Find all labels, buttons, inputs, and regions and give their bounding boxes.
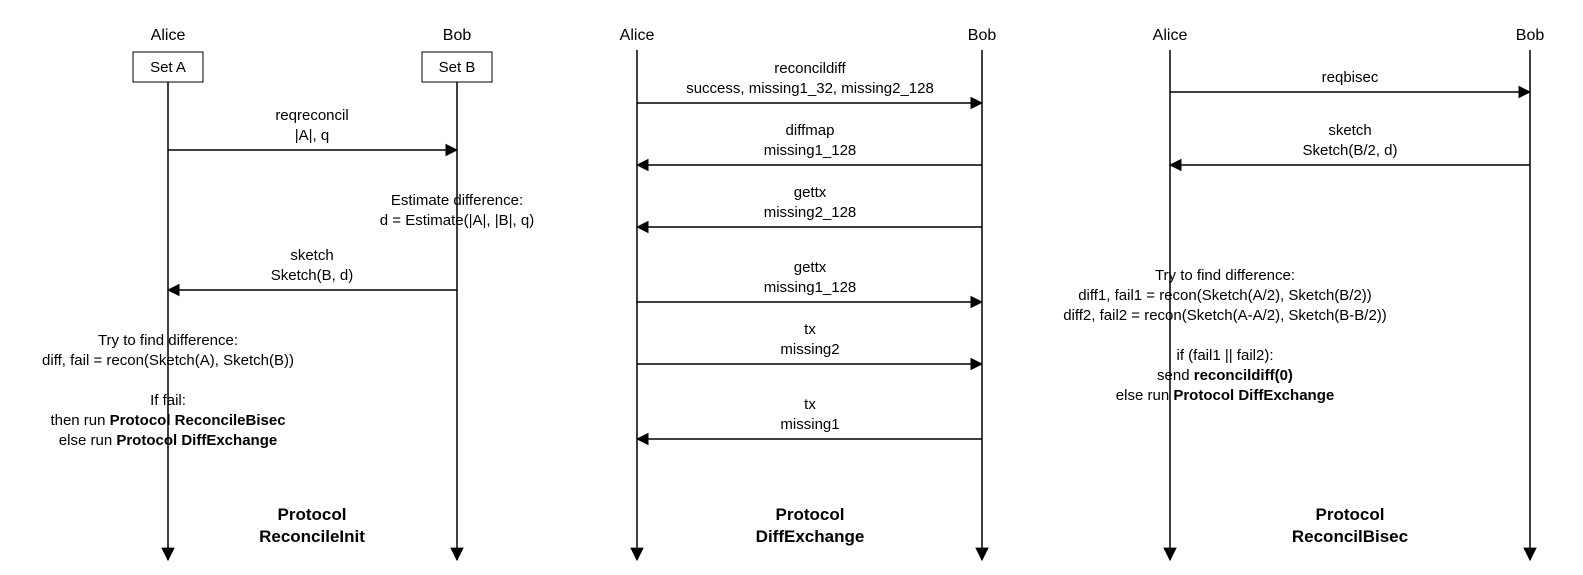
msg-reqreconcil-name: reqreconcil	[275, 107, 348, 124]
msg-sketch-name: sketch	[290, 247, 333, 264]
actor-bob-2: Bob	[968, 27, 997, 44]
set-a-label: Set A	[150, 59, 186, 76]
m4-name: gettx	[794, 259, 827, 276]
proto3-title-l2: ReconcilBisec	[1292, 527, 1408, 546]
m5-params: missing2	[780, 341, 839, 358]
msg-sketch-params: Sketch(B, d)	[271, 267, 354, 284]
p3-m2-params: Sketch(B/2, d)	[1302, 142, 1397, 159]
p3-m2-name: sketch	[1328, 122, 1371, 139]
proto3-title-l1: Protocol	[1316, 505, 1385, 524]
p3-note-l4: if (fail1 || fail2):	[1177, 347, 1274, 364]
m3-name: gettx	[794, 184, 827, 201]
proto2-title-l1: Protocol	[776, 505, 845, 524]
p3-m1-name: reqbisec	[1322, 69, 1379, 86]
m2-name: diffmap	[786, 122, 835, 139]
m6-name: tx	[804, 396, 816, 413]
m4-params: missing1_128	[764, 279, 857, 296]
msg-reqreconcil-params: |A|, q	[295, 127, 329, 144]
actor-alice: Alice	[151, 27, 186, 44]
set-b-label: Set B	[439, 59, 476, 76]
proto2-title-l2: DiffExchange	[756, 527, 865, 546]
m6-params: missing1	[780, 416, 839, 433]
actor-bob-3: Bob	[1516, 27, 1545, 44]
m3-params: missing2_128	[764, 204, 857, 221]
p3-note-l5: send reconcildiff(0)	[1157, 367, 1293, 384]
diagram-diff-exchange: Alice Bob reconcildiff success, missing1…	[620, 27, 997, 560]
note-estimate-l1: Estimate difference:	[391, 192, 523, 209]
m1-name: reconcildiff	[774, 60, 846, 77]
note-try-l4: then run Protocol ReconcileBisec	[50, 412, 285, 429]
p3-note-l3: diff2, fail2 = recon(Sketch(A-A/2), Sket…	[1063, 307, 1387, 324]
actor-bob: Bob	[443, 27, 472, 44]
actor-alice-3: Alice	[1153, 27, 1188, 44]
m5-name: tx	[804, 321, 816, 338]
note-try-l5: else run Protocol DiffExchange	[59, 432, 277, 449]
m1-params: success, missing1_32, missing2_128	[686, 80, 934, 97]
p3-note-l2: diff1, fail1 = recon(Sketch(A/2), Sketch…	[1078, 287, 1372, 304]
note-try-l3: If fail:	[150, 392, 186, 409]
p3-note-l1: Try to find difference:	[1155, 267, 1295, 284]
m2-params: missing1_128	[764, 142, 857, 159]
proto-title-l1: Protocol	[278, 505, 347, 524]
note-try-l2: diff, fail = recon(Sketch(A), Sketch(B))	[42, 352, 294, 369]
note-try-l1: Try to find difference:	[98, 332, 238, 349]
diagram-reconcile-init: Alice Bob Set A Set B reqreconcil |A|, q…	[42, 27, 534, 560]
diagram-reconcil-bisec: Alice Bob reqbisec sketch Sketch(B/2, d)…	[1063, 27, 1544, 560]
proto-title-l2: ReconcileInit	[259, 527, 365, 546]
actor-alice-2: Alice	[620, 27, 655, 44]
p3-note-l6: else run Protocol DiffExchange	[1116, 387, 1334, 404]
note-estimate-l2: d = Estimate(|A|, |B|, q)	[380, 212, 534, 229]
